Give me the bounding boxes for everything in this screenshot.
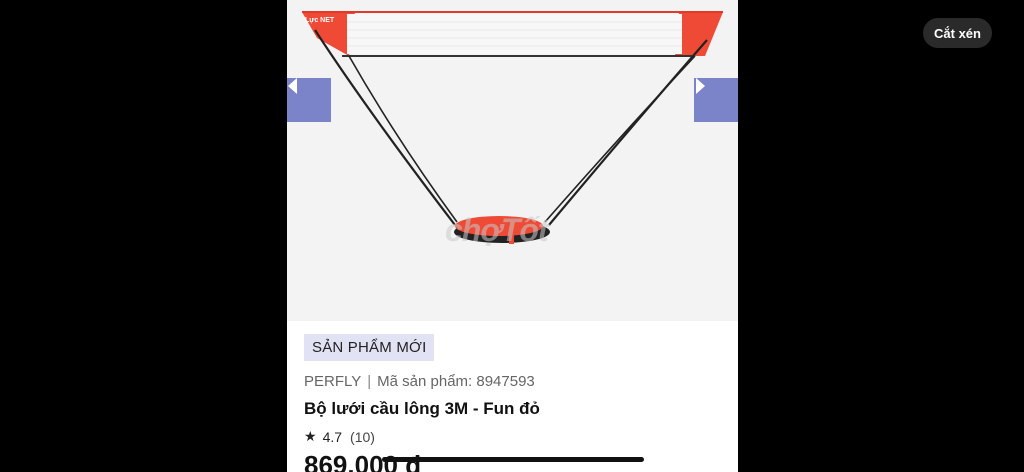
- product-page: Lực NET chợTốt SẢN PHẨM MỚI PERFLY|Mã: [287, 0, 738, 472]
- net-logo: Lực NET: [305, 17, 335, 24]
- meta-separator: |: [367, 373, 372, 390]
- scroll-indicator[interactable]: [382, 457, 644, 462]
- product-meta: PERFLY | Mã sản phẩm: 8947593: [304, 373, 724, 390]
- brand-name[interactable]: PERFLY: [304, 373, 361, 390]
- rating-value: 4.7: [322, 428, 343, 445]
- net-mesh: [347, 14, 682, 54]
- next-image-button[interactable]: [694, 78, 738, 122]
- review-count: (10): [350, 428, 375, 445]
- sku-label: Mã sản phẩm: 8947593: [377, 373, 535, 390]
- previous-image-button[interactable]: [287, 78, 331, 122]
- watermark: chợTốt: [445, 212, 549, 248]
- product-image-gallery[interactable]: Lực NET chợTốt: [287, 0, 738, 321]
- chevron-right-icon: [696, 78, 705, 94]
- product-rating[interactable]: ★ 4.7 (10): [304, 428, 724, 445]
- crop-button[interactable]: Cắt xén: [923, 18, 992, 48]
- chevron-left-icon: [288, 78, 297, 94]
- product-info: SẢN PHẨM MỚI PERFLY | Mã sản phẩm: 8947593…: [304, 334, 724, 445]
- star-icon: ★: [304, 428, 317, 444]
- badminton-net-image: Lực NET: [302, 11, 723, 244]
- net-left-leg: [314, 29, 456, 226]
- product-title: Bộ lưới cầu lông 3M - Fun đỏ: [304, 399, 540, 418]
- new-product-badge: SẢN PHẨM MỚI: [304, 334, 435, 361]
